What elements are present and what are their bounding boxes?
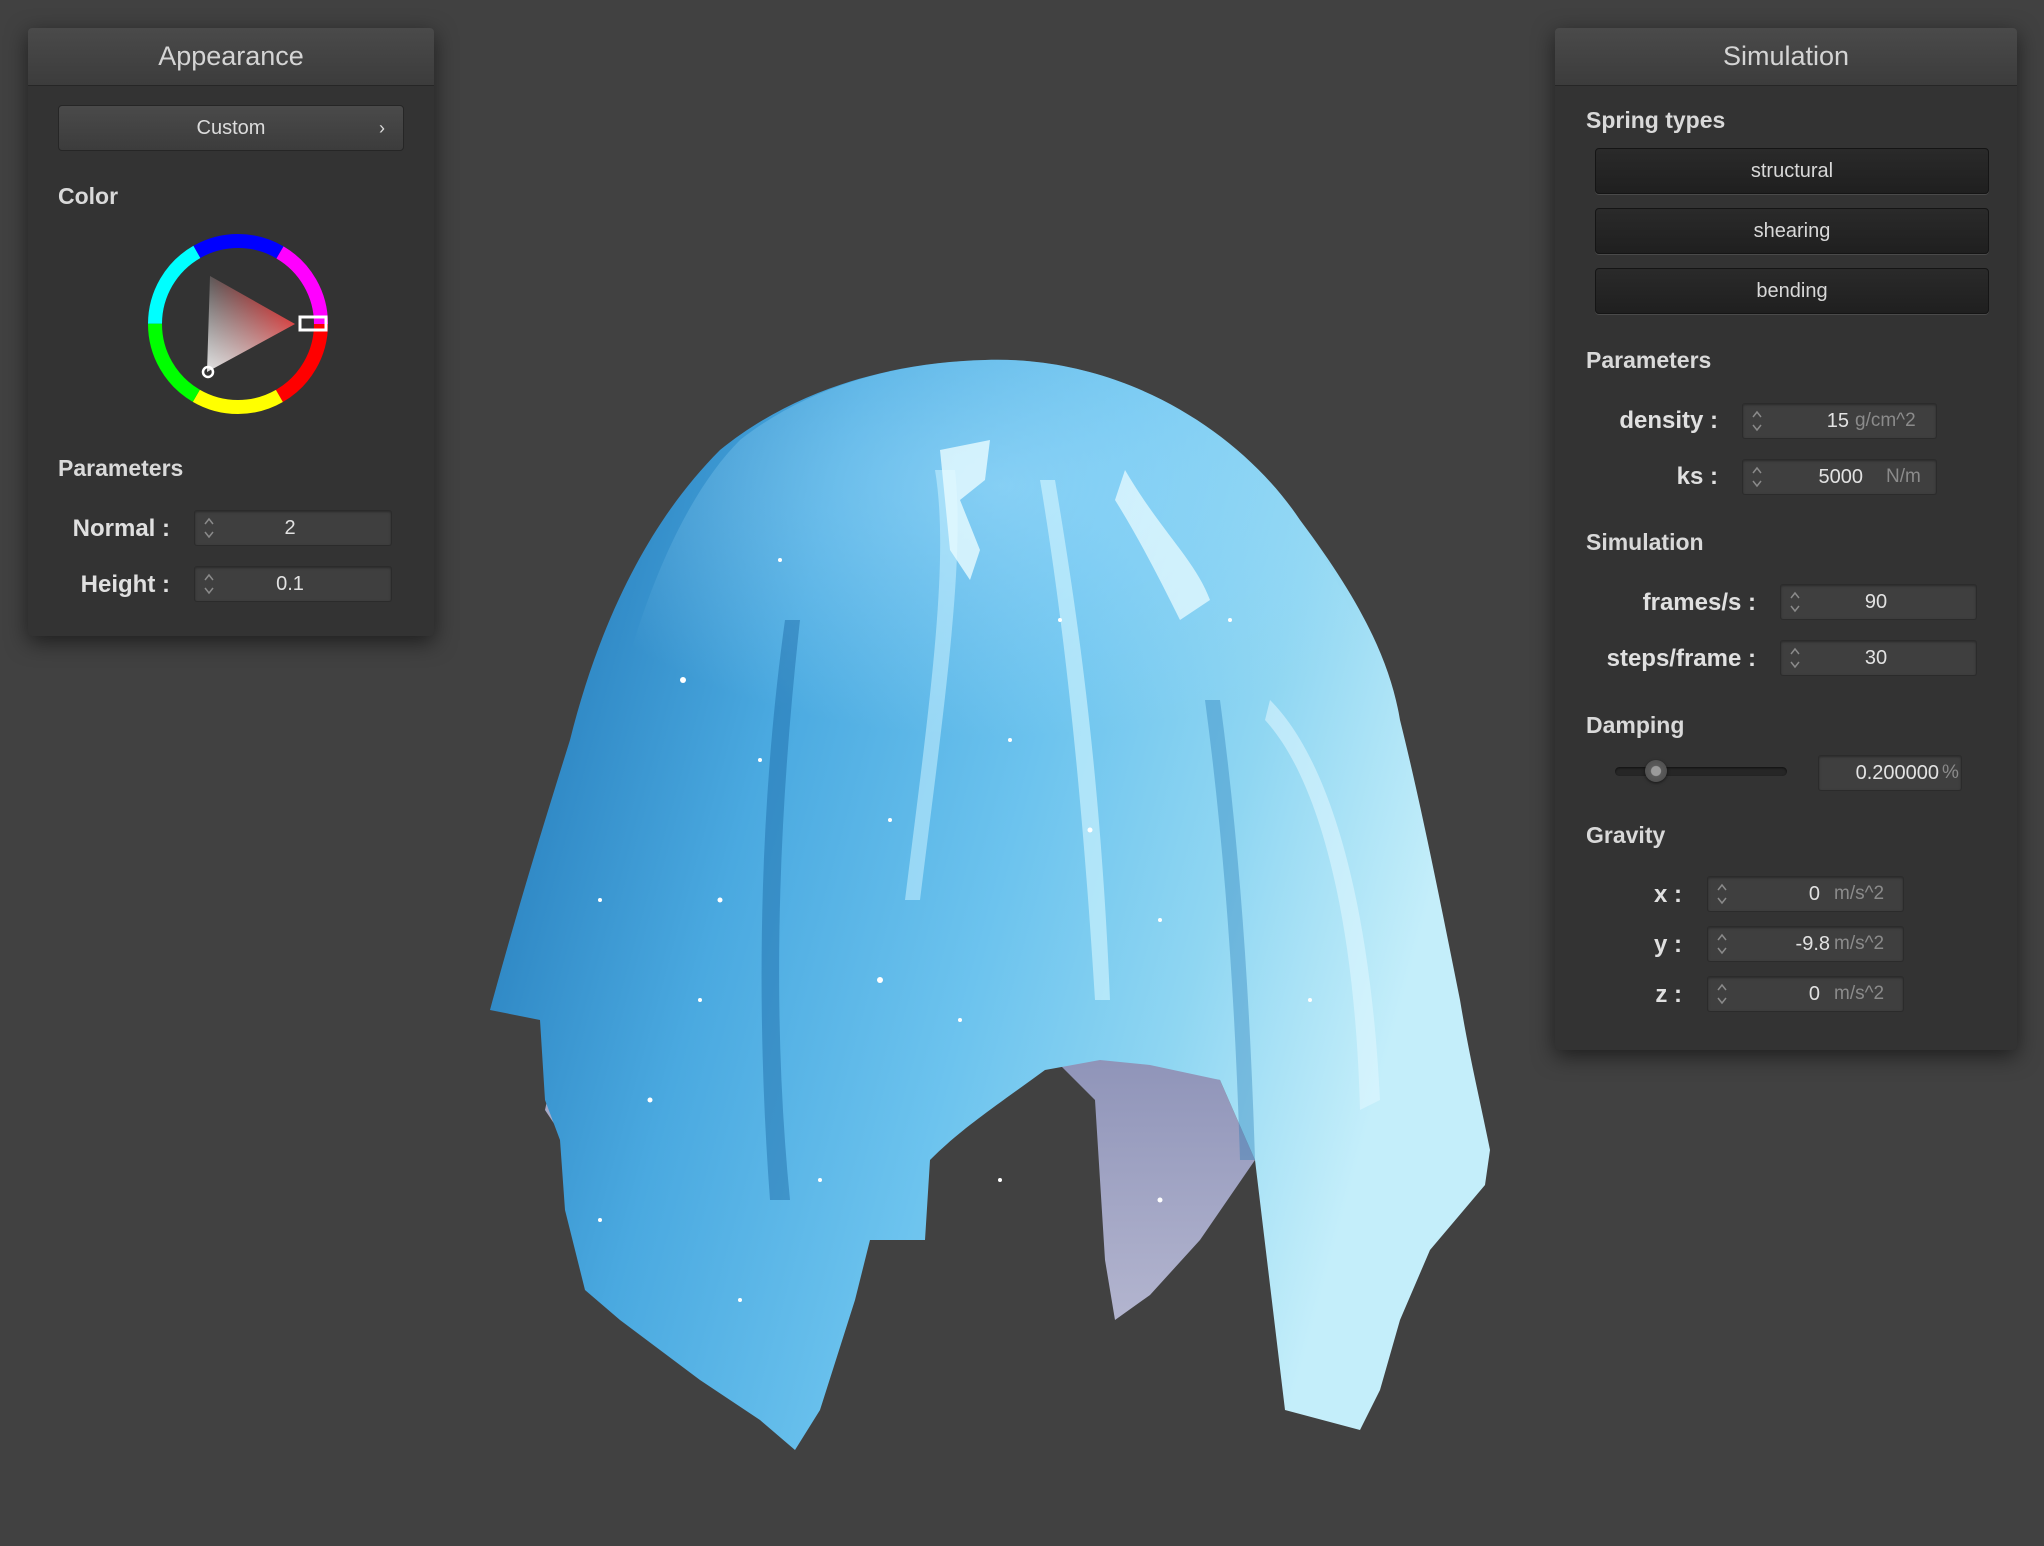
- gravity-x-label: x :: [1653, 881, 1682, 908]
- ks-input[interactable]: 5000 N/m: [1742, 459, 1937, 495]
- ks-label: ks :: [1676, 463, 1718, 490]
- spring-shearing-button[interactable]: shearing: [1595, 208, 1989, 254]
- density-input[interactable]: 15 g/cm^2: [1742, 403, 1937, 439]
- gravity-y-value: -9.8: [1795, 933, 1830, 955]
- normal-value: 2: [284, 517, 296, 539]
- simulation-panel-title: Simulation: [1555, 28, 2017, 86]
- fps-label: frames/s :: [1642, 589, 1756, 616]
- gravity-z-input[interactable]: 0 m/s^2: [1707, 976, 1904, 1012]
- damping-title: Damping: [1586, 712, 1685, 738]
- gravity-x-unit: m/s^2: [1834, 883, 1885, 904]
- appearance-panel-title: Appearance: [28, 28, 434, 86]
- height-label: Height :: [80, 571, 170, 598]
- damping-value: 0.200000: [1855, 762, 1939, 784]
- gravity-y-input[interactable]: -9.8 m/s^2: [1707, 926, 1904, 962]
- gravity-z-label: z :: [1655, 981, 1682, 1008]
- ks-value: 5000: [1818, 466, 1864, 488]
- spring-types-title: Spring types: [1586, 107, 1726, 133]
- spinner-icon[interactable]: [203, 514, 215, 542]
- normal-label: Normal :: [72, 515, 170, 542]
- spinner-icon[interactable]: [1751, 463, 1763, 491]
- density-unit: g/cm^2: [1855, 410, 1916, 431]
- gravity-z-value: 0: [1808, 983, 1820, 1005]
- damping-slider[interactable]: [1615, 760, 1787, 782]
- steps-input[interactable]: 30: [1780, 640, 1977, 676]
- damping-unit: %: [1942, 762, 1959, 783]
- density-label: density :: [1619, 407, 1718, 434]
- spinner-icon[interactable]: [1789, 644, 1801, 672]
- fps-input[interactable]: 90: [1780, 584, 1977, 620]
- simulation-parameters-title: Parameters: [1586, 347, 1712, 373]
- spinner-icon[interactable]: [1751, 407, 1763, 435]
- steps-label: steps/frame :: [1606, 645, 1756, 672]
- spinner-icon[interactable]: [203, 570, 215, 598]
- appearance-preset-button[interactable]: Custom ›: [58, 105, 404, 151]
- spinner-icon[interactable]: [1716, 880, 1728, 908]
- spinner-icon[interactable]: [1789, 588, 1801, 616]
- cloth-inner-center: [1050, 1050, 1255, 1320]
- gravity-x-input[interactable]: 0 m/s^2: [1707, 876, 1904, 912]
- chevron-right-icon: ›: [379, 118, 385, 138]
- gravity-title: Gravity: [1586, 822, 1666, 848]
- damping-slider-track[interactable]: [1615, 767, 1787, 776]
- spring-bending-button[interactable]: bending: [1595, 268, 1989, 314]
- height-value: 0.1: [276, 573, 304, 595]
- density-value: 15: [1826, 410, 1849, 432]
- steps-value: 30: [1864, 647, 1888, 669]
- spring-structural-button[interactable]: structural: [1595, 148, 1989, 194]
- damping-slider-thumb[interactable]: [1645, 760, 1667, 782]
- color-section-title: Color: [58, 183, 119, 209]
- spinner-icon[interactable]: [1716, 930, 1728, 958]
- preset-button-label: Custom: [196, 117, 266, 139]
- spinner-icon[interactable]: [1716, 980, 1728, 1008]
- damping-input[interactable]: 0.200000 %: [1818, 755, 1962, 791]
- cloth-mesh[interactable]: [490, 359, 1490, 1450]
- gravity-z-unit: m/s^2: [1834, 983, 1885, 1004]
- gravity-x-value: 0: [1808, 883, 1820, 905]
- ks-unit: N/m: [1886, 466, 1921, 487]
- normal-input[interactable]: 2: [194, 510, 392, 546]
- saturation-triangle-white: [207, 276, 295, 372]
- color-wheel[interactable]: [140, 228, 340, 428]
- simulation-section-title: Simulation: [1586, 529, 1704, 555]
- height-input[interactable]: 0.1: [194, 566, 392, 602]
- gravity-y-unit: m/s^2: [1834, 933, 1885, 954]
- appearance-parameters-title: Parameters: [58, 455, 184, 481]
- gravity-y-label: y :: [1653, 931, 1682, 958]
- fps-value: 90: [1864, 591, 1888, 613]
